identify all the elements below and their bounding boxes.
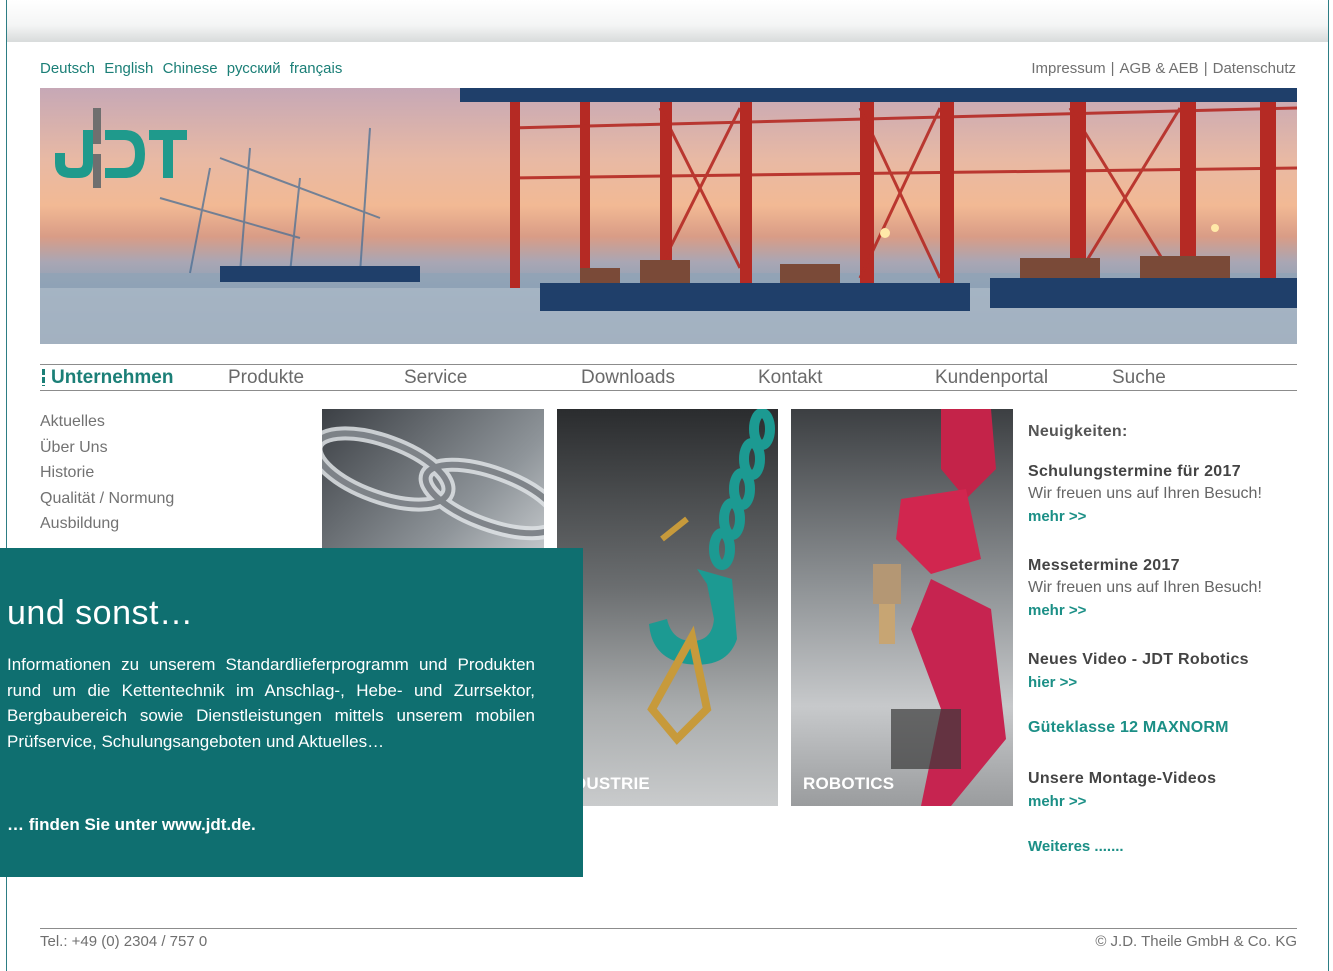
info-overlay: und sonst… Informationen zu unserem Stan… — [0, 548, 583, 877]
datenschutz-link[interactable]: Datenschutz — [1213, 60, 1296, 77]
overlay-cta[interactable]: … finden Sie unter www.jdt.de. — [7, 815, 256, 835]
nav-service[interactable]: Service — [404, 367, 467, 389]
footer-divider — [40, 928, 1297, 929]
tile-label-robotics: ROBOTICS — [803, 774, 895, 793]
impressum-link[interactable]: Impressum — [1031, 60, 1105, 77]
news-title-montage-videos: Unsere Montage-Videos — [1028, 770, 1217, 787]
tile-robotics[interactable]: ROBOTICS — [791, 409, 1013, 806]
lang-deutsch[interactable]: Deutsch — [40, 60, 95, 77]
news-link-video[interactable]: hier >> — [1028, 674, 1249, 691]
lang-french[interactable]: français — [290, 60, 343, 77]
subnav-historie[interactable]: Historie — [40, 462, 174, 488]
legal-separator: | — [1110, 60, 1115, 77]
news-text-schulungstermine: Wir freuen uns auf Ihren Besuch! — [1028, 485, 1262, 502]
nav-kundenportal[interactable]: Kundenportal — [935, 367, 1048, 389]
header-banner-image — [40, 88, 1297, 344]
news-link-montage-videos[interactable]: mehr >> — [1028, 793, 1216, 810]
subnav-qualitaet[interactable]: Qualität / Normung — [40, 488, 174, 514]
news-link-schulungstermine[interactable]: mehr >> — [1028, 508, 1262, 525]
nav-downloads[interactable]: Downloads — [581, 367, 675, 389]
lang-chinese[interactable]: Chinese — [163, 60, 218, 77]
news-panel: Neuigkeiten: Schulungstermine für 2017 W… — [1028, 423, 1308, 855]
news-highlight-maxnorm[interactable]: Güteklasse 12 MAXNORM — [1028, 719, 1229, 737]
lang-russian[interactable]: русский — [227, 60, 281, 77]
legal-links: Impressum | AGB & AEB | Datenschutz — [1031, 60, 1296, 77]
overlay-title: und sonst… — [7, 594, 194, 632]
subnav-aktuelles[interactable]: Aktuelles — [40, 411, 174, 437]
agb-link[interactable]: AGB & AEB — [1119, 60, 1198, 77]
news-title-schulungstermine: Schulungstermine für 2017 — [1028, 463, 1241, 480]
nav-kontakt[interactable]: Kontakt — [758, 367, 822, 389]
subnav-ausbildung[interactable]: Ausbildung — [40, 513, 174, 539]
sub-navigation: Aktuelles Über Uns Historie Qualität / N… — [40, 411, 174, 539]
legal-separator: | — [1203, 60, 1208, 77]
footer-copyright: © J.D. Theile GmbH & Co. KG — [1095, 933, 1297, 950]
news-text-messetermine: Wir freuen uns auf Ihren Besuch! — [1028, 579, 1262, 596]
news-title-video: Neues Video - JDT Robotics — [1028, 651, 1249, 668]
news-link-weiteres[interactable]: Weiteres ....... — [1028, 838, 1124, 855]
jdt-logo-mark — [55, 108, 187, 188]
nav-produkte[interactable]: Produkte — [228, 367, 304, 389]
news-heading: Neuigkeiten: — [1028, 423, 1128, 440]
active-nav-marker — [42, 369, 45, 386]
harbor-cranes-illustration — [40, 88, 1297, 344]
nav-unternehmen[interactable]: Unternehmen — [51, 367, 173, 389]
top-shadow — [7, 0, 1328, 42]
tile-industry[interactable]: IDUSTRIE — [557, 409, 778, 806]
overlay-body: Informationen zu unserem Standardlieferp… — [7, 655, 535, 751]
hook-image — [647, 409, 775, 745]
language-selector: Deutsch English Chinese русский français — [40, 60, 347, 77]
news-title-messetermine: Messetermine 2017 — [1028, 557, 1180, 574]
news-link-messetermine[interactable]: mehr >> — [1028, 602, 1262, 619]
footer-phone: Tel.: +49 (0) 2304 / 757 0 — [40, 933, 208, 950]
lang-english[interactable]: English — [104, 60, 153, 77]
main-navigation: Unternehmen Produkte Service Downloads K… — [40, 364, 1297, 391]
nav-suche[interactable]: Suche — [1112, 367, 1166, 389]
robot-image — [873, 409, 1006, 806]
subnav-ueber-uns[interactable]: Über Uns — [40, 437, 174, 463]
jdt-logo[interactable] — [53, 108, 188, 188]
